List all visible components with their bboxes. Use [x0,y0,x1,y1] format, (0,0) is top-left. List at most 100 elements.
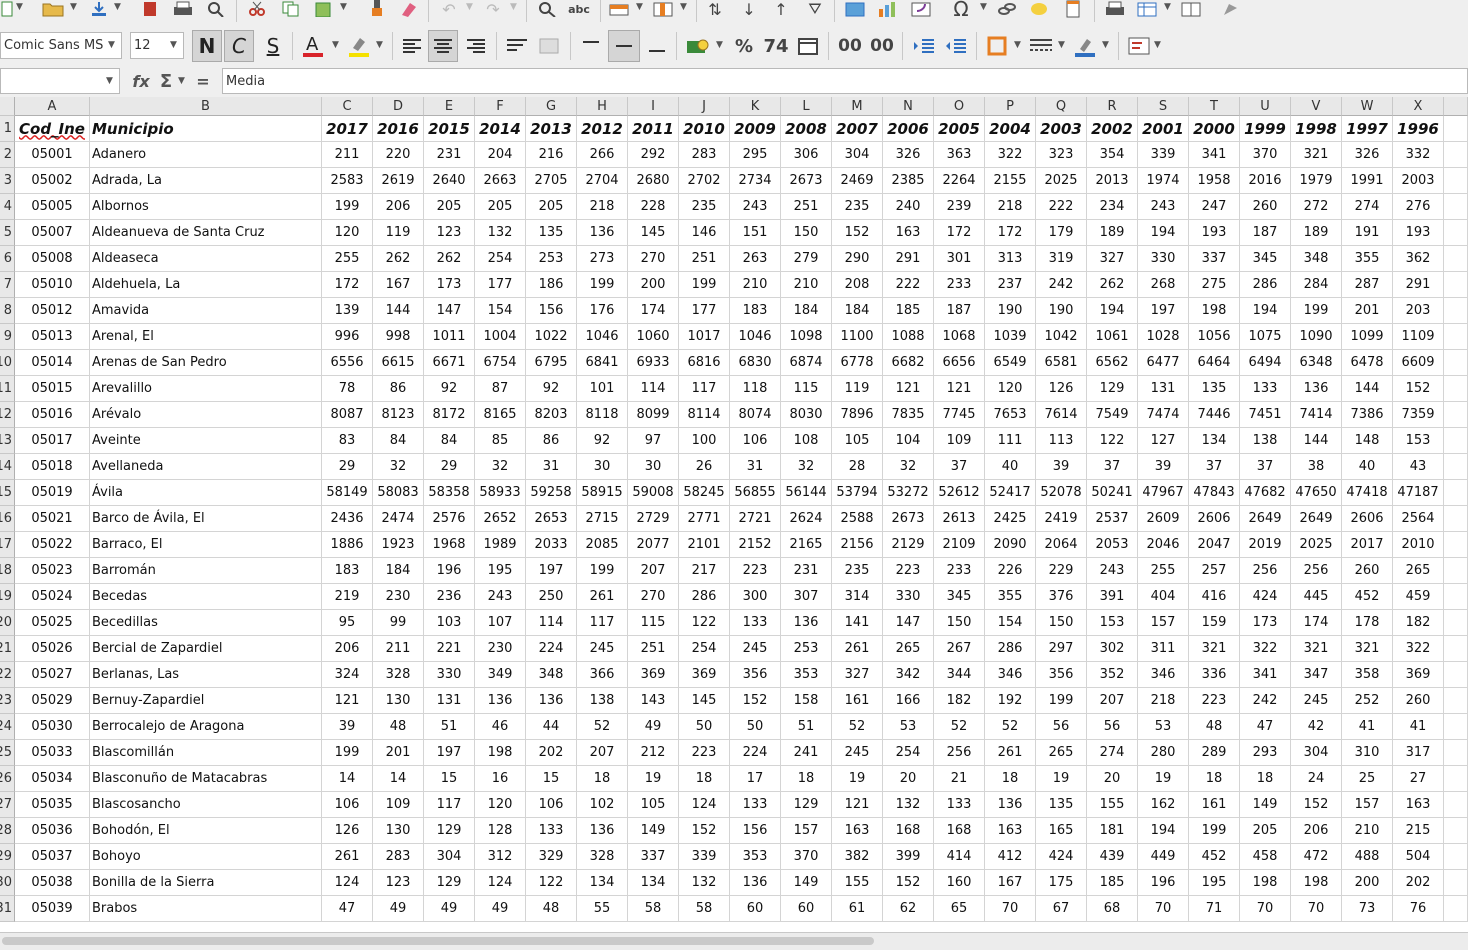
hyperlink-icon[interactable] [994,0,1020,18]
data-cell[interactable]: Blascomillán [90,740,322,766]
data-cell[interactable]: 286 [679,584,730,610]
data-cell[interactable]: 313 [985,246,1036,272]
data-cell[interactable]: 2606 [1342,506,1393,532]
header-cell[interactable]: 2017 [322,116,373,142]
data-cell[interactable]: 52612 [934,480,985,506]
data-cell[interactable]: 70 [985,896,1036,922]
data-cell[interactable]: Berrocalejo de Aragona [90,714,322,740]
header-cell[interactable]: 2010 [679,116,730,142]
data-cell[interactable]: 130 [373,688,424,714]
data-cell[interactable]: 53272 [883,480,934,506]
data-cell[interactable]: 355 [1342,246,1393,272]
data-cell[interactable]: 115 [781,376,832,402]
data-cell[interactable]: 24 [1291,766,1342,792]
data-cell[interactable]: 56 [1036,714,1087,740]
data-cell[interactable]: 92 [424,376,475,402]
data-cell[interactable]: 326 [883,142,934,168]
data-cell[interactable]: 358 [1342,662,1393,688]
chevron-down-icon[interactable]: ▼ [16,2,23,12]
chevron-down-icon[interactable]: ▼ [1058,40,1065,50]
row-header[interactable]: 19 [0,584,15,610]
empty-cell[interactable] [1444,792,1468,818]
chevron-down-icon[interactable]: ▼ [170,40,177,50]
data-cell[interactable]: 191 [1342,220,1393,246]
data-cell[interactable]: 115 [628,610,679,636]
data-cell[interactable]: 1974 [1138,168,1189,194]
header-cell[interactable]: 2006 [883,116,934,142]
chevron-down-icon[interactable]: ▼ [636,2,643,12]
data-cell[interactable]: 1886 [322,532,373,558]
data-cell[interactable]: 274 [1342,194,1393,220]
chevron-down-icon[interactable]: ▼ [1164,2,1171,12]
data-cell[interactable]: 270 [628,584,679,610]
data-cell[interactable]: 37 [1087,454,1138,480]
data-cell[interactable]: 70 [1240,896,1291,922]
data-cell[interactable]: 2025 [1036,168,1087,194]
data-cell[interactable]: 55 [577,896,628,922]
column-header[interactable]: U [1240,97,1291,116]
data-cell[interactable]: 48 [526,896,577,922]
empty-cell[interactable] [1444,246,1468,272]
data-cell[interactable]: 327 [1087,246,1138,272]
header-cell[interactable]: 2003 [1036,116,1087,142]
data-cell[interactable]: 105 [832,428,883,454]
data-cell[interactable]: 283 [373,844,424,870]
data-cell[interactable]: 1979 [1291,168,1342,194]
data-cell[interactable]: Brabos [90,896,322,922]
data-cell[interactable]: 167 [373,272,424,298]
empty-cell[interactable] [1444,896,1468,922]
data-cell[interactable]: 73 [1342,896,1393,922]
data-cell[interactable]: Arevalillo [90,376,322,402]
data-cell[interactable]: 157 [781,818,832,844]
data-cell[interactable]: 199 [577,272,628,298]
data-cell[interactable]: 219 [322,584,373,610]
data-cell[interactable]: 445 [1291,584,1342,610]
data-cell[interactable]: 136 [475,688,526,714]
data-cell[interactable]: Avellaneda [90,454,322,480]
data-cell[interactable]: 165 [1036,818,1087,844]
row-header[interactable]: 7 [0,272,15,298]
header-cell[interactable]: Cod_Ine [15,116,90,142]
data-cell[interactable]: 205 [475,194,526,220]
data-cell[interactable]: 200 [1342,870,1393,896]
data-cell[interactable]: 71 [1189,896,1240,922]
data-cell[interactable]: 2419 [1036,506,1087,532]
data-cell[interactable]: 8165 [475,402,526,428]
data-cell[interactable]: 52417 [985,480,1036,506]
data-cell[interactable]: 05001 [15,142,90,168]
data-cell[interactable]: 257 [1189,558,1240,584]
bold-button[interactable]: N [192,30,222,62]
column-header[interactable]: P [985,97,1036,116]
data-cell[interactable]: 104 [883,428,934,454]
data-cell[interactable]: 2046 [1138,532,1189,558]
data-cell[interactable]: 150 [934,610,985,636]
data-cell[interactable]: 05026 [15,636,90,662]
data-cell[interactable]: 346 [985,662,1036,688]
data-cell[interactable]: 39 [322,714,373,740]
data-cell[interactable]: 178 [1342,610,1393,636]
data-cell[interactable]: 7386 [1342,402,1393,428]
data-cell[interactable]: 1042 [1036,324,1087,350]
data-cell[interactable]: 252 [1342,688,1393,714]
data-cell[interactable]: Bohoyo [90,844,322,870]
data-cell[interactable]: 222 [883,272,934,298]
chevron-down-icon[interactable]: ▼ [178,76,185,86]
data-cell[interactable]: 185 [883,298,934,324]
empty-cell[interactable] [1444,298,1468,324]
data-cell[interactable]: 59008 [628,480,679,506]
data-cell[interactable]: 05030 [15,714,90,740]
redo-icon[interactable]: ↷ [480,0,506,19]
data-cell[interactable]: Adanero [90,142,322,168]
column-header[interactable]: L [781,97,832,116]
data-cell[interactable]: 2704 [577,168,628,194]
data-cell[interactable]: 19 [628,766,679,792]
data-cell[interactable]: 287 [1342,272,1393,298]
data-cell[interactable]: 286 [985,636,1036,662]
row-header[interactable]: 22 [0,662,15,688]
sort-descending-icon[interactable]: ↑ [768,0,794,19]
data-cell[interactable]: 280 [1138,740,1189,766]
data-cell[interactable]: 6830 [730,350,781,376]
data-cell[interactable]: 2705 [526,168,577,194]
data-cell[interactable]: 356 [1036,662,1087,688]
header-cell[interactable]: 2000 [1189,116,1240,142]
